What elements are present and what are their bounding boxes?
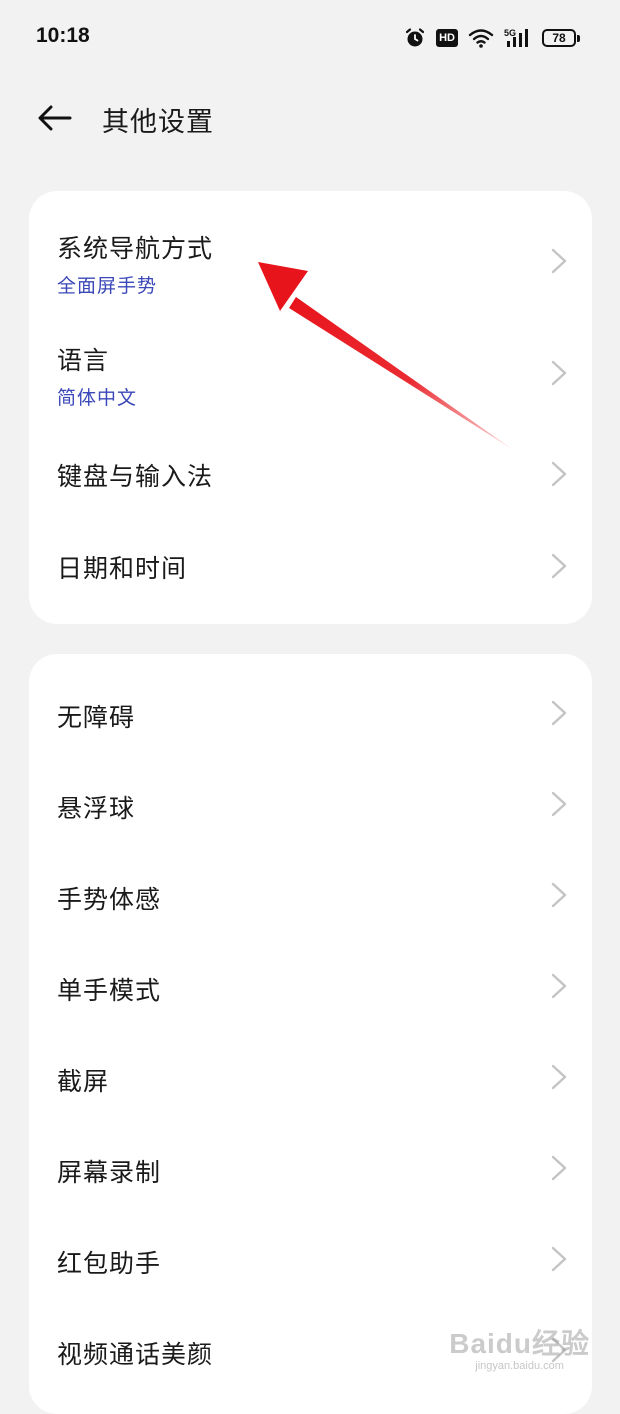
row-title: 系统导航方式 [57, 234, 214, 263]
status-icons: HD 5G 78 [404, 24, 580, 52]
battery-icon: 78 [542, 29, 580, 47]
page-title: 其他设置 [102, 107, 214, 138]
status-time: 10:18 [36, 24, 90, 47]
row-title: 手势体感 [57, 885, 162, 914]
row-title: 视频通话美颜 [57, 1340, 214, 1369]
row-title: 无障碍 [57, 703, 136, 732]
signal-5g-label: 5G [504, 28, 516, 38]
chevron-right-icon [551, 1337, 567, 1363]
row-title: 屏幕录制 [57, 1158, 162, 1187]
chevron-right-icon [551, 553, 567, 579]
row-title: 截屏 [57, 1067, 110, 1096]
chevron-right-icon [551, 700, 567, 726]
row-red-packet-assistant[interactable]: 红包助手 [29, 1214, 592, 1305]
back-button[interactable] [30, 98, 80, 138]
row-title: 红包助手 [57, 1249, 162, 1278]
row-title: 语言 [57, 346, 110, 375]
row-floating-ball[interactable]: 悬浮球 [29, 759, 592, 850]
row-title: 键盘与输入法 [57, 462, 214, 491]
chevron-right-icon [551, 1064, 567, 1090]
row-gesture-motion[interactable]: 手势体感 [29, 850, 592, 941]
chevron-right-icon [551, 360, 567, 386]
chevron-right-icon [551, 882, 567, 908]
battery-level: 78 [552, 31, 566, 45]
row-title: 悬浮球 [57, 794, 136, 823]
header: 其他设置 [0, 84, 620, 154]
row-subtitle: 全面屏手势 [57, 275, 158, 297]
wifi-icon [468, 28, 494, 48]
signal-5g-icon: 5G [504, 27, 532, 49]
row-language[interactable]: 语言 简体中文 [29, 303, 592, 415]
alarm-icon [404, 27, 426, 49]
chevron-right-icon [551, 248, 567, 274]
settings-group-1: 系统导航方式 全面屏手势 语言 简体中文 键盘与输入法 日期和时间 [29, 191, 592, 624]
row-keyboard-input[interactable]: 键盘与输入法 [29, 415, 592, 507]
row-title: 日期和时间 [57, 554, 188, 583]
hd-icon: HD [436, 29, 458, 47]
row-screenshot[interactable]: 截屏 [29, 1032, 592, 1123]
row-system-navigation[interactable]: 系统导航方式 全面屏手势 [29, 191, 592, 303]
row-title: 单手模式 [57, 976, 162, 1005]
arrow-left-icon [38, 105, 72, 131]
row-accessibility[interactable]: 无障碍 [29, 668, 592, 759]
chevron-right-icon [551, 973, 567, 999]
chevron-right-icon [551, 1155, 567, 1181]
chevron-right-icon [551, 791, 567, 817]
row-screen-recording[interactable]: 屏幕录制 [29, 1123, 592, 1214]
row-one-hand-mode[interactable]: 单手模式 [29, 941, 592, 1032]
settings-group-2: 无障碍 悬浮球 手势体感 单手模式 截屏 屏幕录制 红包助手 视频通话美颜 [29, 654, 592, 1414]
chevron-right-icon [551, 1246, 567, 1272]
row-subtitle: 简体中文 [57, 387, 138, 409]
status-bar: 10:18 HD 5G 78 [0, 0, 620, 76]
row-video-call-beauty[interactable]: 视频通话美颜 [29, 1305, 592, 1396]
chevron-right-icon [551, 461, 567, 487]
row-date-time[interactable]: 日期和时间 [29, 507, 592, 599]
